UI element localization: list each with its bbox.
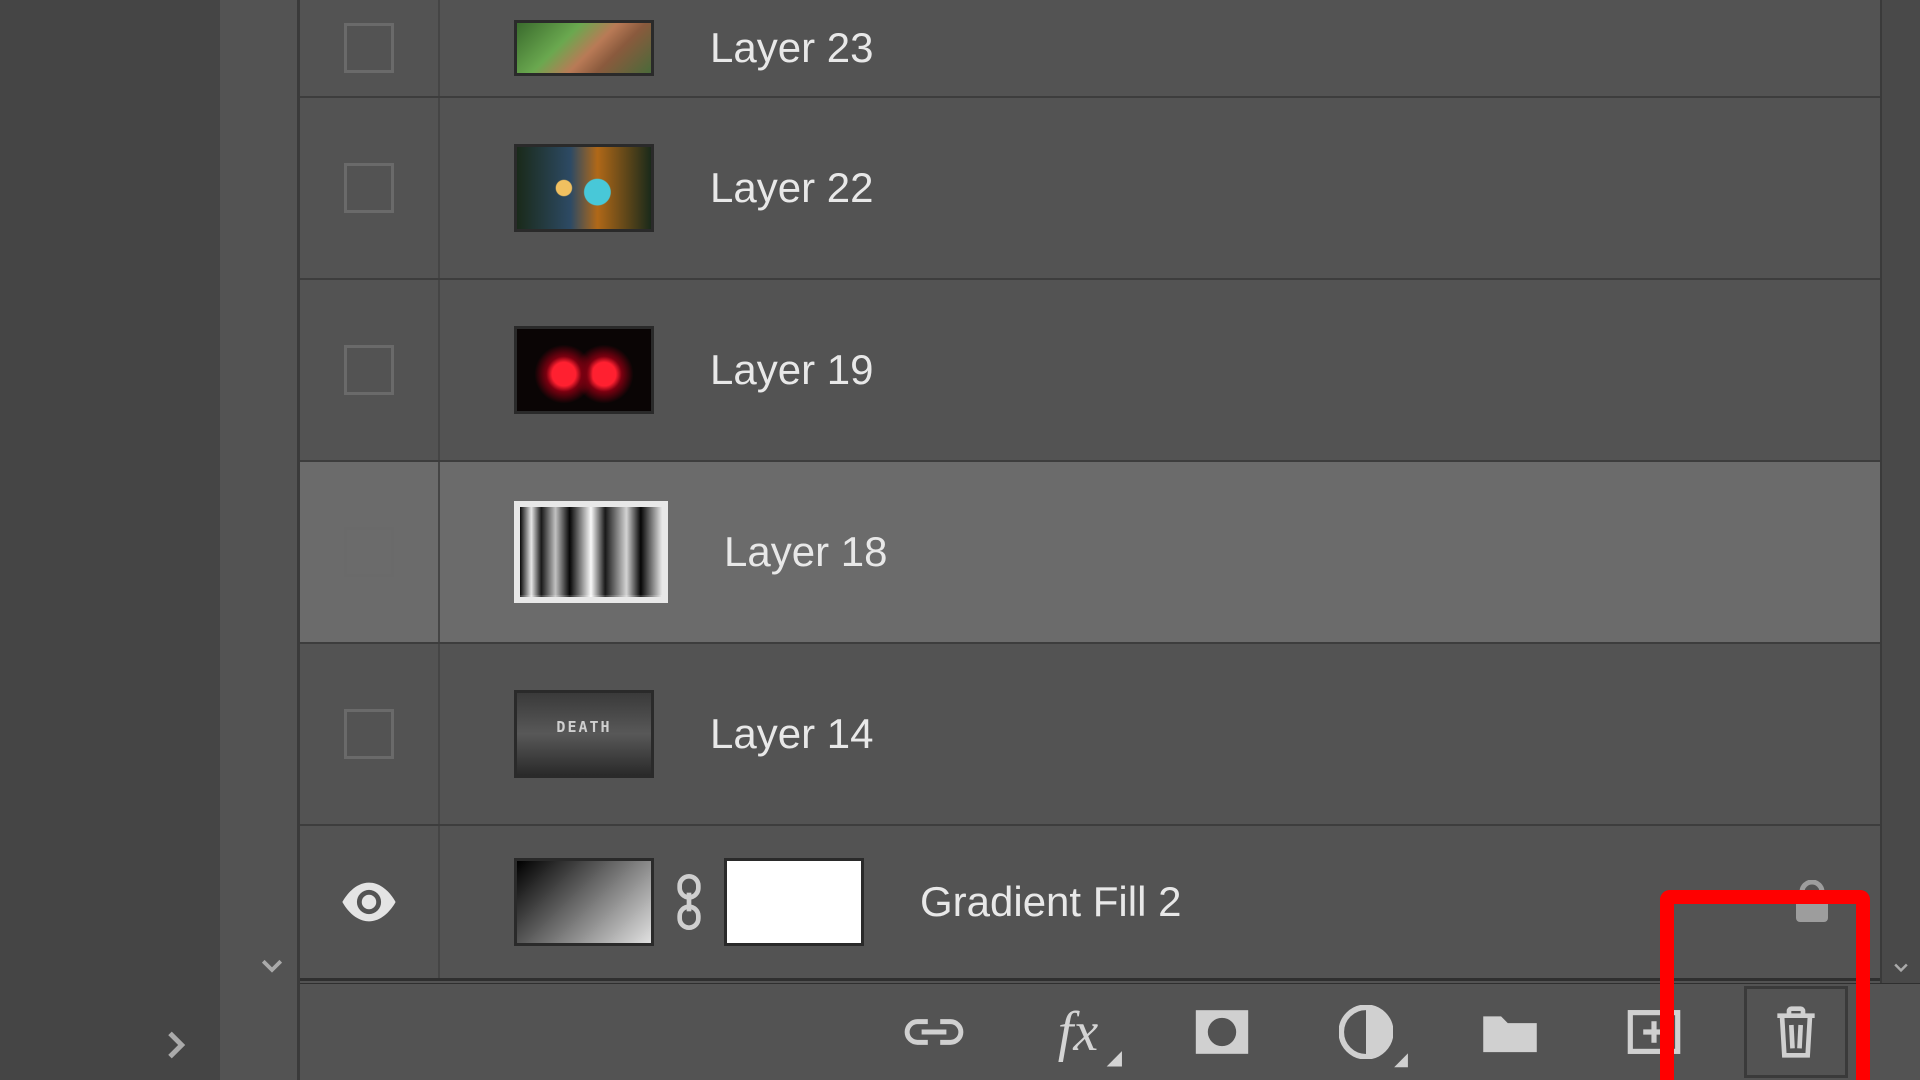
layers-list: Layer 23 Layer 22 Layer 19: [300, 0, 1920, 983]
layer-name[interactable]: Layer 14: [710, 710, 873, 758]
adjustment-icon: [1339, 1005, 1393, 1059]
layer-row-selected[interactable]: Layer 18: [300, 462, 1920, 644]
new-layer-button[interactable]: [1618, 996, 1690, 1068]
visibility-off-icon: [344, 345, 394, 395]
dropdown-indicator-icon: ◢: [1394, 1049, 1408, 1070]
link-icon: [903, 1012, 965, 1052]
layer-thumbnail[interactable]: [514, 326, 654, 414]
visibility-toggle[interactable]: [300, 462, 440, 642]
visibility-toggle[interactable]: [300, 98, 440, 278]
lock-icon: [1792, 880, 1832, 924]
eye-icon: [340, 881, 398, 923]
visibility-toggle[interactable]: [300, 0, 440, 96]
layer-thumbnail[interactable]: [514, 858, 654, 946]
layer-name[interactable]: Layer 22: [710, 164, 873, 212]
layer-thumbnail[interactable]: [514, 144, 654, 232]
scrollbar-vertical[interactable]: [1880, 0, 1920, 983]
new-adjustment-layer-button[interactable]: ◢: [1330, 996, 1402, 1068]
visibility-toggle[interactable]: [300, 826, 440, 978]
layer-row[interactable]: Gradient Fill 2: [300, 826, 1920, 981]
layer-thumbnail[interactable]: [514, 20, 654, 76]
layer-name[interactable]: Layer 19: [710, 346, 873, 394]
scroll-down-icon[interactable]: [1889, 957, 1913, 977]
panel-gutter: [220, 0, 300, 1080]
layer-thumbnail[interactable]: [514, 501, 668, 603]
visibility-toggle[interactable]: [300, 644, 440, 824]
layer-row[interactable]: Layer 22: [300, 98, 1920, 280]
trash-icon: [1771, 1004, 1821, 1060]
layer-row[interactable]: Layer 19: [300, 280, 1920, 462]
folder-icon: [1481, 1008, 1539, 1056]
layer-row[interactable]: Layer 23: [300, 0, 1920, 98]
layer-name[interactable]: Layer 18: [724, 528, 887, 576]
visibility-off-icon: [344, 709, 394, 759]
visibility-off-icon: [344, 23, 394, 73]
fx-icon: fx: [1058, 1004, 1098, 1060]
expand-panel-icon[interactable]: [155, 1025, 195, 1065]
layers-panel-toolbar: fx ◢ ◢: [300, 983, 1920, 1080]
dropdown-indicator-icon: ◢: [1107, 1048, 1122, 1068]
new-group-button[interactable]: [1474, 996, 1546, 1068]
add-mask-button[interactable]: [1186, 996, 1258, 1068]
link-icon: [674, 874, 704, 930]
visibility-toggle[interactable]: [300, 280, 440, 460]
delete-layer-button[interactable]: [1744, 986, 1848, 1078]
layer-row[interactable]: Layer 14: [300, 644, 1920, 826]
layer-mask-thumbnail[interactable]: [724, 858, 864, 946]
left-dock-strip: [0, 0, 220, 1080]
layers-panel: Layer 23 Layer 22 Layer 19: [300, 0, 1920, 1080]
mask-icon: [1193, 1008, 1251, 1056]
visibility-off-icon: [344, 527, 394, 577]
visibility-off-icon: [344, 163, 394, 213]
new-layer-icon: [1626, 1007, 1682, 1057]
layer-style-button[interactable]: fx ◢: [1042, 996, 1114, 1068]
link-layers-button[interactable]: [898, 996, 970, 1068]
layer-name[interactable]: Layer 23: [710, 24, 873, 72]
layer-name[interactable]: Gradient Fill 2: [920, 878, 1181, 926]
layer-thumbnail[interactable]: [514, 690, 654, 778]
